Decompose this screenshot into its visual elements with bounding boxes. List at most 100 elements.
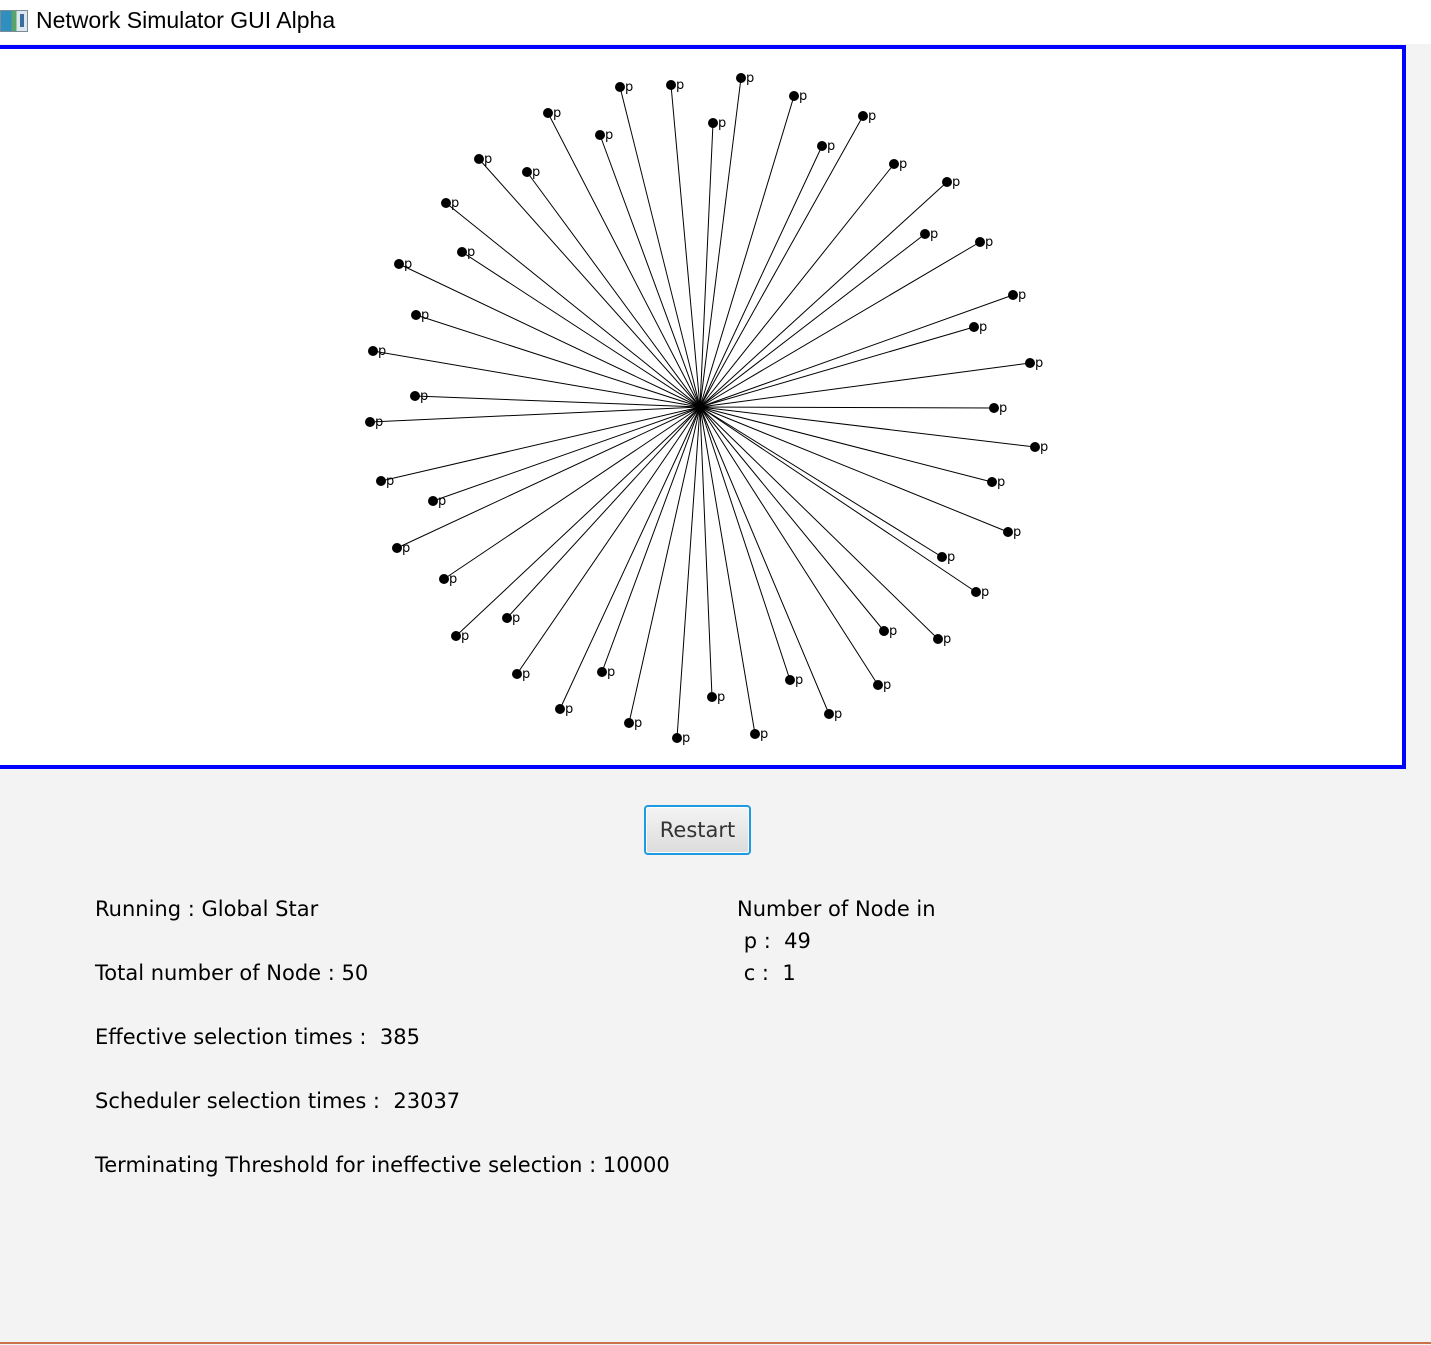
graph-edge: [601, 406, 701, 673]
graph-node: [920, 229, 930, 239]
node-label: p: [899, 157, 907, 172]
node-label: p: [1018, 288, 1026, 303]
running-status: Running : Global Star: [95, 897, 318, 921]
graph-node: [441, 198, 451, 208]
node-label: p: [717, 690, 725, 705]
node-label: p: [386, 474, 394, 489]
graph-node: [451, 631, 461, 641]
node-label: p: [375, 415, 383, 430]
graph-node: [597, 667, 607, 677]
node-count-value: 49: [784, 929, 811, 953]
graph-node: [789, 91, 799, 101]
graph-node: [522, 167, 532, 177]
node-label: p: [883, 678, 891, 693]
node-label: p: [484, 152, 492, 167]
graph-edge: [699, 406, 756, 735]
node-label: p: [682, 731, 690, 746]
graph-node: [879, 626, 889, 636]
graph-node: [1003, 527, 1013, 537]
graph-edge: [699, 406, 879, 686]
running-value: Global Star: [201, 897, 319, 921]
graph-edge: [396, 406, 701, 549]
graph-node: [555, 704, 565, 714]
graph-edge: [699, 326, 975, 408]
graph-edge: [559, 406, 701, 710]
node-label: p: [438, 494, 446, 509]
restart-button[interactable]: Restart: [644, 805, 751, 855]
graph-node: [937, 552, 947, 562]
effective-selections: Effective selection times : 385: [95, 1025, 420, 1049]
app-window-icon: [0, 10, 28, 32]
node-label: p: [947, 550, 955, 565]
graph-edge: [443, 406, 701, 580]
window-bottom-border: [0, 1342, 1431, 1344]
node-label: p: [449, 572, 457, 587]
graph-node: [1025, 358, 1035, 368]
effective-selections-value: 385: [379, 1025, 420, 1049]
terminating-threshold-value: 10000: [602, 1153, 670, 1177]
graph-node: [975, 237, 985, 247]
graph-node: [987, 477, 997, 487]
node-label: p: [420, 389, 428, 404]
graph-node: [666, 80, 676, 90]
node-label: p: [404, 257, 412, 272]
node-label: p: [952, 175, 960, 190]
node-label: p: [1013, 525, 1021, 540]
graph-node: [410, 391, 420, 401]
graph-edge: [461, 251, 701, 408]
graph-node: [595, 130, 605, 140]
graph-node: [394, 259, 404, 269]
graph-node: [512, 669, 522, 679]
effective-selections-label: Effective selection times :: [95, 1025, 380, 1049]
graph-edge: [699, 362, 1031, 408]
graph-edge: [414, 395, 701, 408]
graph-edge: [445, 202, 701, 408]
total-nodes-value: 50: [341, 961, 369, 985]
node-label: p: [607, 665, 615, 680]
node-label: p: [451, 196, 459, 211]
running-label: Running :: [95, 897, 202, 921]
graph-node: [971, 587, 981, 597]
graph-edge: [699, 122, 714, 408]
graph-edge: [478, 158, 701, 408]
node-label: p: [943, 632, 951, 647]
graph-node: [1008, 290, 1018, 300]
node-label: p: [760, 727, 768, 742]
total-nodes-label: Total number of Node :: [95, 961, 342, 985]
graph-edge: [699, 115, 864, 408]
graph-edge: [432, 406, 701, 502]
graph-edge: [699, 406, 995, 409]
node-label: p: [467, 245, 475, 260]
graph-edge: [699, 181, 948, 408]
node-count-row-p: p : 49: [743, 929, 811, 953]
terminating-threshold-label: Terminating Threshold for ineffective se…: [95, 1153, 603, 1177]
node-count-value: 1: [782, 961, 796, 985]
graph-node: [1030, 442, 1040, 452]
graph-node: [858, 111, 868, 121]
scheduler-selections: Scheduler selection times : 23037: [95, 1089, 460, 1113]
graph-edge: [699, 406, 830, 715]
graph-node: [817, 141, 827, 151]
graph-node: [457, 247, 467, 257]
graph-node: [824, 709, 834, 719]
graph-node: [750, 729, 760, 739]
graph-node: [411, 310, 421, 320]
graph-node: [889, 159, 899, 169]
graph-node: [933, 634, 943, 644]
node-label: p: [985, 235, 993, 250]
node-label: p: [979, 320, 987, 335]
node-label: p: [421, 308, 429, 323]
node-label: p: [605, 128, 613, 143]
node-label: p: [1035, 356, 1043, 371]
graph-node: [707, 692, 717, 702]
graph-node: [439, 574, 449, 584]
node-label: p: [930, 227, 938, 242]
graph-node: [736, 73, 746, 83]
node-label: p: [834, 707, 842, 722]
title-bar: Network Simulator GUI Alpha: [0, 0, 1431, 44]
graph-node: [672, 733, 682, 743]
graph-edge: [506, 406, 701, 619]
graph-node: [785, 675, 795, 685]
node-label: p: [402, 541, 410, 556]
graph-edge: [699, 406, 943, 558]
